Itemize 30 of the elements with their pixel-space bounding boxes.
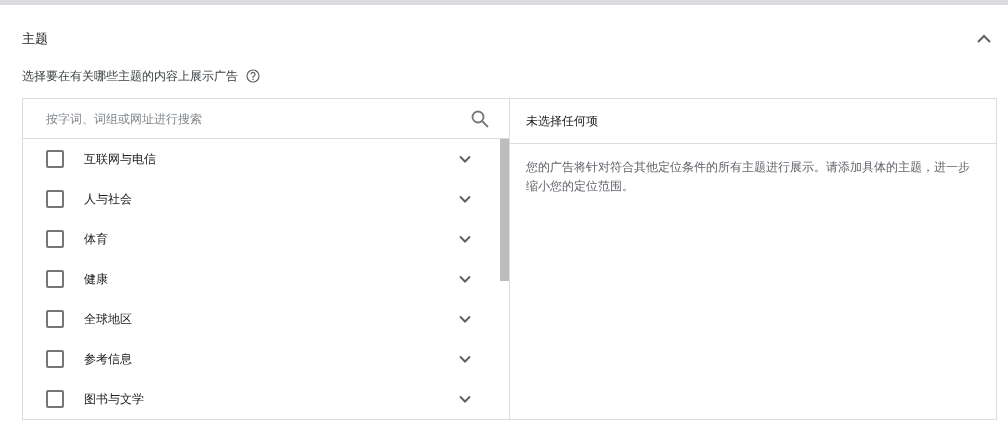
selection-title: 未选择任何项 (526, 112, 598, 130)
topic-label[interactable]: 体育 (84, 230, 459, 248)
checkbox[interactable] (46, 190, 64, 208)
checkbox[interactable] (46, 230, 64, 248)
checkbox[interactable] (46, 390, 64, 408)
expand-icon[interactable] (459, 315, 471, 323)
expand-icon[interactable] (459, 275, 471, 283)
search-field[interactable]: 按字词、词组或网址进行搜索 (46, 111, 471, 126)
selection-message: 您的广告将针对符合其他定位条件的所有主题进行展示。请添加具体的主题，进一步缩小您的定位范围。 (526, 159, 971, 195)
scrollbar-thumb[interactable] (500, 139, 509, 281)
topic-label[interactable]: 健康 (84, 270, 459, 288)
topic-label[interactable]: 参考信息 (84, 350, 459, 368)
expand-icon[interactable] (459, 395, 471, 403)
topic-label[interactable]: 全球地区 (84, 310, 459, 328)
topic-label[interactable]: 人与社会 (84, 190, 459, 208)
collapse-icon[interactable] (977, 34, 991, 44)
checkbox[interactable] (46, 150, 64, 168)
expand-icon[interactable] (459, 195, 471, 203)
expand-icon[interactable] (459, 355, 471, 363)
expand-icon[interactable] (459, 155, 471, 163)
checkbox[interactable] (46, 270, 64, 288)
help-icon[interactable] (246, 69, 260, 83)
topic-label[interactable]: 互联网与电信 (84, 150, 459, 168)
section-title: 主题 (22, 30, 48, 48)
checkbox[interactable] (46, 350, 64, 368)
section-description: 选择要在有关哪些主题的内容上展示广告 (22, 67, 238, 85)
search-icon[interactable] (471, 109, 489, 128)
checkbox[interactable] (46, 310, 64, 328)
expand-icon[interactable] (459, 235, 471, 243)
topic-label[interactable]: 图书与文学 (84, 390, 459, 408)
